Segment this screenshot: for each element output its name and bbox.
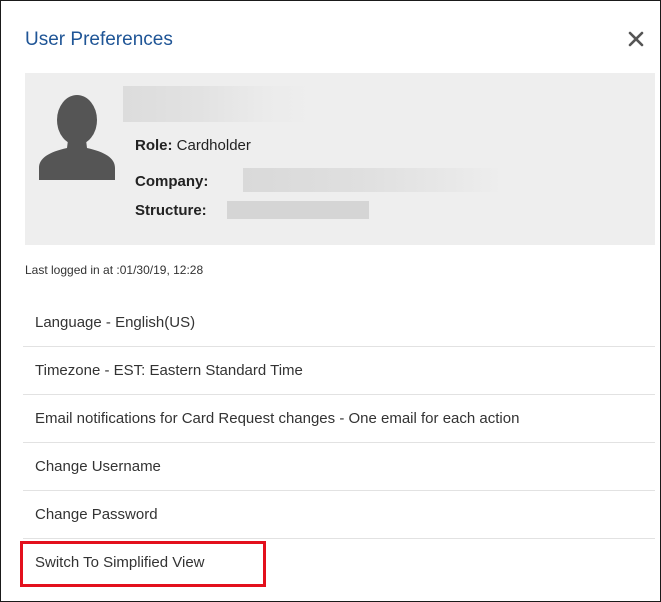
close-icon[interactable] — [628, 31, 644, 47]
company-row: Company: — [135, 173, 208, 190]
structure-label: Structure: — [135, 202, 207, 219]
role-label: Role: — [135, 137, 173, 154]
menu-item-language[interactable]: Language - English(US) — [23, 299, 655, 347]
profile-card: Role: Cardholder Company: Structure: — [25, 73, 655, 245]
role-value: Cardholder — [176, 137, 251, 154]
last-login-text: Last logged in at :01/30/19, 12:28 — [25, 263, 204, 277]
company-value-redacted — [243, 168, 503, 192]
company-label: Company: — [135, 173, 209, 190]
preferences-menu: Language - English(US) Timezone - EST: E… — [23, 299, 655, 587]
role-row: Role: Cardholder — [135, 137, 251, 154]
structure-row: Structure: — [135, 202, 207, 219]
menu-item-email-notifications[interactable]: Email notifications for Card Request cha… — [23, 395, 655, 443]
menu-item-change-username[interactable]: Change Username — [23, 443, 655, 491]
user-name-redacted — [123, 86, 313, 122]
menu-item-change-password[interactable]: Change Password — [23, 491, 655, 539]
menu-item-timezone[interactable]: Timezone - EST: Eastern Standard Time — [23, 347, 655, 395]
dialog-title: User Preferences — [25, 29, 173, 50]
menu-item-switch-simplified-view[interactable]: Switch To Simplified View — [23, 539, 655, 587]
user-preferences-dialog: User Preferences Role: Cardholder Compan… — [0, 0, 661, 602]
structure-value-redacted — [227, 201, 369, 219]
user-silhouette-icon — [39, 88, 115, 180]
